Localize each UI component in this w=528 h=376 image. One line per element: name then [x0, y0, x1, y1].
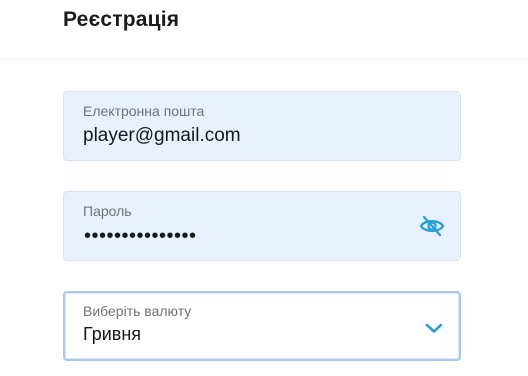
- password-field[interactable]: Пароль •••••••••••••••: [63, 191, 461, 261]
- eye-off-icon: [419, 215, 445, 237]
- password-field-value[interactable]: •••••••••••••••: [84, 225, 197, 248]
- email-field-value[interactable]: player@gmail.com: [83, 125, 241, 147]
- currency-select-label: Виберіть валюту: [83, 303, 192, 319]
- email-field[interactable]: Електронна пошта player@gmail.com: [63, 91, 461, 161]
- page-header: Реєстрація: [0, 0, 528, 60]
- password-field-label: Пароль: [83, 203, 132, 219]
- page-title: Реєстрація: [63, 8, 180, 31]
- currency-dropdown-toggle[interactable]: [423, 317, 445, 339]
- currency-select[interactable]: Виберіть валюту Гривня: [63, 291, 461, 361]
- email-field-label: Електронна пошта: [83, 103, 205, 119]
- chevron-down-icon: [425, 323, 443, 333]
- toggle-password-visibility-button[interactable]: [418, 212, 446, 240]
- currency-select-value[interactable]: Гривня: [83, 324, 141, 345]
